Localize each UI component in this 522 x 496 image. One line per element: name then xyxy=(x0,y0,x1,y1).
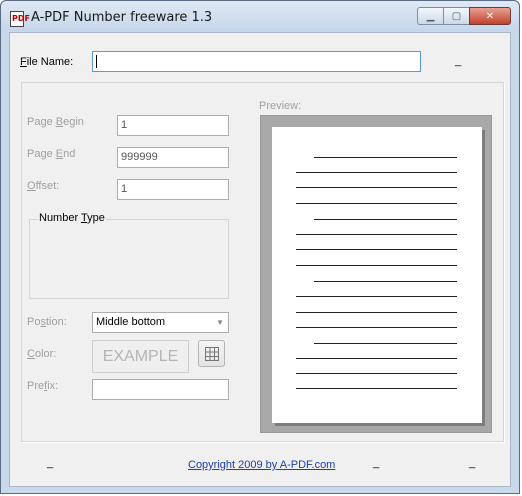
minimize-button[interactable]: ▁ xyxy=(417,7,443,25)
preview-line xyxy=(296,296,457,297)
offset-input[interactable]: 1 xyxy=(117,179,229,200)
color-example-preview: EXAMPLE xyxy=(92,340,189,373)
file-name-label: File Name: xyxy=(20,56,74,68)
file-name-input[interactable] xyxy=(92,51,421,72)
maximize-icon: ▢ xyxy=(451,10,462,22)
maximize-button[interactable]: ▢ xyxy=(443,7,469,25)
preview-line xyxy=(296,234,457,235)
preview-line xyxy=(296,249,457,250)
color-label: Color: xyxy=(27,348,57,360)
window-title: A-PDF Number freeware 1.3 xyxy=(31,10,213,25)
minimize-icon: ▁ xyxy=(426,10,435,22)
footer-mark-left[interactable]: _ xyxy=(47,457,53,469)
prefix-input[interactable] xyxy=(92,379,229,400)
main-form: File Name: _ Page Begin 1 Page End 99999… xyxy=(9,32,511,487)
prefix-label: Prefix: xyxy=(27,380,59,392)
close-icon: ✕ xyxy=(485,10,495,22)
text-caret xyxy=(96,55,97,68)
grid-icon xyxy=(204,346,219,361)
file-browse-hint[interactable]: _ xyxy=(455,55,461,67)
page-begin-label: Page Begin xyxy=(27,116,84,128)
window-controls: ▁ ▢ ✕ xyxy=(417,7,511,25)
preview-line xyxy=(314,157,457,158)
footer-mark-middle[interactable]: _ xyxy=(373,457,379,469)
preview-line xyxy=(296,327,457,328)
preview-line xyxy=(296,172,457,173)
preview-line xyxy=(314,219,457,220)
page-end-label: Page End xyxy=(27,148,76,160)
preview-line xyxy=(296,312,457,313)
number-type-group xyxy=(29,219,229,299)
app-document-icon[interactable]: PDF xyxy=(10,11,30,27)
chevron-down-icon: ▼ xyxy=(216,318,224,327)
preview-line xyxy=(296,203,457,204)
offset-label: Offset: xyxy=(27,180,60,192)
preview-line xyxy=(296,388,457,389)
app-window: PDF A-PDF Number freeware 1.3 ▁ ▢ ✕ File… xyxy=(0,0,520,494)
preview-page xyxy=(272,127,482,423)
footer-mark-right[interactable]: _ xyxy=(469,457,475,469)
title-bar[interactable]: PDF A-PDF Number freeware 1.3 ▁ ▢ ✕ xyxy=(1,1,519,31)
preview-line xyxy=(296,265,457,266)
copyright-link[interactable]: Copyright 2009 by A-PDF.com xyxy=(188,459,335,471)
preview-line xyxy=(296,187,457,188)
preview-line xyxy=(296,373,457,374)
preview-frame xyxy=(260,115,492,433)
position-select[interactable]: Middle bottom ▼ xyxy=(92,312,229,333)
preview-line xyxy=(314,343,457,344)
close-button[interactable]: ✕ xyxy=(469,7,511,25)
position-label: Postion: xyxy=(27,316,67,328)
app-icon-glyph: PDF xyxy=(12,14,30,23)
number-type-label: Number Type xyxy=(38,212,106,224)
preview-line xyxy=(296,358,457,359)
preview-label: Preview: xyxy=(259,100,302,112)
position-select-value: Middle bottom xyxy=(96,316,166,328)
preview-line xyxy=(314,281,457,282)
page-end-input[interactable]: 999999 xyxy=(117,147,229,168)
color-picker-button[interactable] xyxy=(198,340,225,367)
page-begin-input[interactable]: 1 xyxy=(117,115,229,136)
